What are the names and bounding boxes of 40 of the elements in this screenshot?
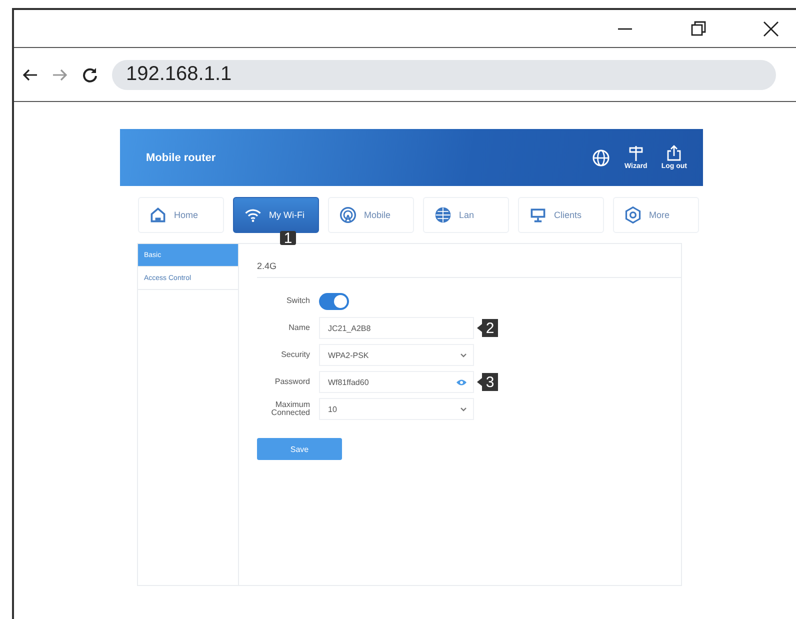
monitor-icon	[529, 206, 547, 224]
nav-tab[interactable]: Mobile	[328, 197, 414, 233]
hexagon-icon	[624, 206, 642, 224]
toggle-switch[interactable]	[319, 292, 349, 310]
field-label: Security	[280, 351, 310, 359]
antenna-icon	[339, 206, 357, 224]
forward-icon[interactable]	[52, 66, 68, 82]
nav-tab[interactable]: Clients	[518, 197, 604, 233]
close-icon[interactable]	[762, 20, 780, 38]
name-field[interactable]: JC21_A2B8	[319, 317, 474, 339]
select-field[interactable]: WPA2-PSK	[319, 344, 474, 366]
callout-badge: 2	[477, 319, 498, 337]
nav-tab[interactable]: More	[613, 197, 699, 233]
field-label: Maximum Connected	[270, 401, 310, 417]
field-label: Password	[274, 378, 310, 386]
restore-icon[interactable]	[689, 20, 707, 38]
callout-badge: 1	[280, 231, 296, 245]
upload-icon	[666, 145, 682, 161]
nav-tab[interactable]: Home	[138, 197, 224, 233]
app-title: Mobile router	[146, 152, 216, 164]
address-bar[interactable]: 192.168.1.1	[112, 60, 776, 90]
select-field[interactable]: 10	[319, 398, 474, 420]
reload-icon[interactable]	[82, 66, 98, 82]
language-button[interactable]	[592, 148, 610, 166]
chevron-icon	[460, 352, 467, 358]
back-icon[interactable]	[22, 66, 38, 82]
home-icon	[149, 206, 167, 224]
save-button[interactable]: Save	[257, 438, 342, 460]
field-label: Name	[288, 324, 310, 332]
chevron-icon	[460, 406, 467, 412]
field-label: Switch	[285, 297, 310, 305]
signpost-icon	[628, 145, 644, 161]
section-title: 2.4G	[257, 261, 277, 271]
globe-icon	[592, 148, 610, 166]
nav-tab[interactable]: Lan	[423, 197, 509, 233]
password-field[interactable]: Wf81ffad60	[319, 371, 474, 393]
globe-icon	[434, 206, 452, 224]
eye-icon[interactable]	[456, 378, 467, 386]
nav-tab[interactable]: My Wi-Fi	[233, 197, 319, 233]
callout-badge: 3	[477, 373, 498, 391]
